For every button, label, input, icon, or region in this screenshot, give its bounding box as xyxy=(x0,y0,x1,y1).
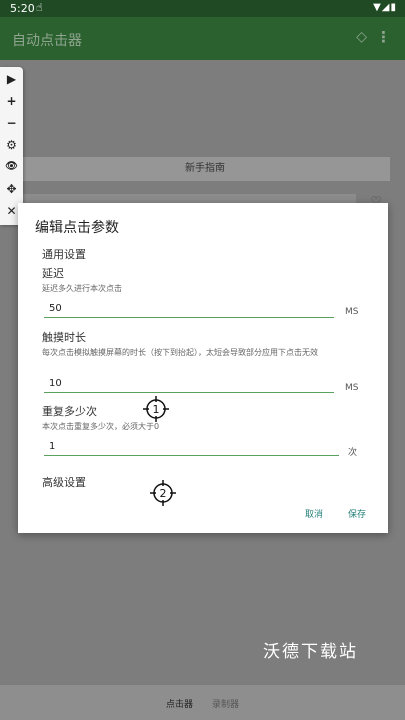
remove-icon[interactable]: − xyxy=(0,113,23,133)
click-target-1[interactable]: 1 xyxy=(143,396,169,422)
nav-recorder[interactable]: 录制器 xyxy=(212,697,239,710)
advanced-section-title[interactable]: 高级设置 xyxy=(42,474,86,490)
play-icon[interactable]: ▶ xyxy=(0,69,23,89)
hide-icon[interactable]: 👁 xyxy=(0,157,23,177)
repeat-label: 重复多少次 xyxy=(42,405,97,418)
delay-unit: MS xyxy=(345,307,359,317)
status-icons: ▼◢▮ xyxy=(373,2,397,13)
hand-pointer-icon: ☝ xyxy=(36,1,43,14)
touch-duration-unit: MS xyxy=(345,383,359,393)
add-icon[interactable]: + xyxy=(0,91,23,111)
repeat-input[interactable] xyxy=(44,438,339,456)
gear-icon[interactable]: ⚙ xyxy=(0,135,23,155)
target-2-number: 2 xyxy=(160,487,167,500)
bottom-nav: 点击器 录制器 xyxy=(0,685,405,720)
general-section-title: 通用设置 xyxy=(42,248,86,261)
nav-clicker[interactable]: 点击器 xyxy=(166,697,193,710)
floating-toolbar: ▶ + − ⚙ 👁 ✥ ✕ xyxy=(0,67,23,225)
more-vert-icon[interactable]: ⋮ xyxy=(376,28,391,46)
app-bar: 自动点击器 ◇ ⋮ xyxy=(0,17,405,60)
edit-click-dialog: 编辑点击参数 通用设置 延迟 延迟多久进行本次点击 MS 触摸时长 每次点击模拟… xyxy=(18,203,388,533)
delay-input[interactable] xyxy=(44,300,334,318)
click-target-2[interactable]: 2 xyxy=(150,480,176,506)
guide-button[interactable]: 新手指南 xyxy=(20,157,390,181)
target-1-number: 1 xyxy=(153,403,160,416)
delay-label: 延迟 xyxy=(42,267,64,280)
move-icon[interactable]: ✥ xyxy=(0,179,23,199)
diamond-icon[interactable]: ◇ xyxy=(356,29,367,45)
dialog-title: 编辑点击参数 xyxy=(35,220,119,236)
repeat-description: 本次点击重复多少次，必须大于0 xyxy=(42,422,160,431)
touch-duration-label: 触摸时长 xyxy=(42,331,86,344)
status-bar: 5:20 ☝ ▼◢▮ xyxy=(0,0,405,17)
cancel-button[interactable]: 取消 xyxy=(305,507,323,520)
status-time: 5:20 xyxy=(10,2,35,15)
app-title: 自动点击器 xyxy=(12,33,82,49)
delay-description: 延迟多久进行本次点击 xyxy=(42,284,122,293)
repeat-unit: 次 xyxy=(348,448,358,458)
save-button[interactable]: 保存 xyxy=(348,507,366,520)
touch-duration-input[interactable] xyxy=(44,375,334,393)
touch-duration-description: 每次点击模拟触摸屏幕的时长（按下到抬起），太短会导致部分应用下点击无效 xyxy=(42,348,318,357)
watermark: 沃德下载站 xyxy=(263,642,358,662)
